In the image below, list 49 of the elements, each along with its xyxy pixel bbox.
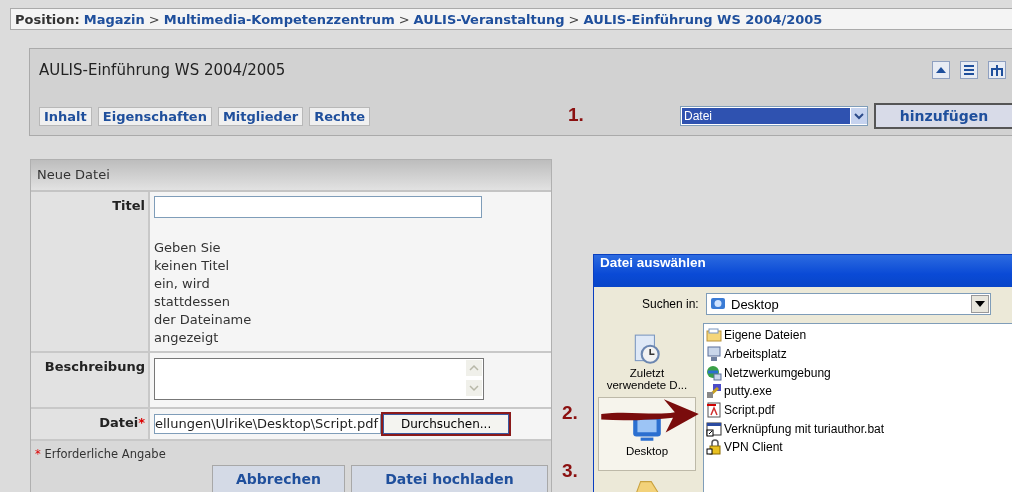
breadcrumb-link[interactable]: Multimedia-Kompetenzzentrum [163, 11, 395, 27]
field-label: Datei* [99, 415, 145, 430]
step-number: 2. [562, 402, 578, 424]
dialog-title-bar: Datei auswählen [594, 255, 1012, 287]
panel-title: AULIS-Einführung WS 2004/2005 [39, 61, 286, 79]
pdf-file-icon [706, 402, 722, 419]
breadcrumb-link[interactable]: AULIS-Einführung WS 2004/2005 [583, 11, 823, 27]
required-note: * Erforderliche Angabe [35, 447, 167, 461]
file-item[interactable]: VPN Client [706, 438, 783, 457]
look-in-label: Suchen in: [642, 297, 700, 311]
step-number: 3. [562, 460, 578, 482]
breadcrumb-separator: > [398, 11, 410, 27]
caret-icon [851, 108, 867, 124]
caret-icon [975, 301, 985, 307]
form-button[interactable]: Datei hochladen [351, 465, 548, 492]
browse-button[interactable]: Durchsuchen... [381, 412, 512, 436]
form-button[interactable]: Abbrechen [212, 465, 345, 492]
title-field[interactable] [154, 196, 482, 218]
file-item[interactable]: putty.exe [706, 382, 772, 401]
breadcrumb-label: Position: [15, 11, 80, 27]
field-label: Titel [112, 198, 145, 213]
file-item[interactable]: Arbeitsplatz [706, 344, 787, 364]
tab-button[interactable]: Mitglieder [217, 106, 304, 126]
file-path-field[interactable]: ellungen\Ulrike\Desktop\Script.pdf [154, 414, 381, 434]
hint-text: Geben Sie keinen Titel ein, wird stattdessen der Dateiname angezeigt [154, 239, 253, 347]
file-item[interactable]: Eigene Dateien [706, 326, 807, 345]
breadcrumb-separator: > [568, 11, 580, 27]
computer-icon [706, 346, 722, 363]
field-label: Beschreibung [44, 359, 145, 374]
type-dropdown[interactable]: Datei [680, 106, 868, 126]
file-item[interactable]: Netzwerkumgebung [706, 363, 831, 383]
file-item[interactable]: Script.pdf [706, 400, 775, 420]
breadcrumb-link[interactable]: AULIS-Veranstaltung [413, 11, 565, 27]
look-in-dropdown[interactable]: Desktop [706, 293, 991, 315]
add-button[interactable]: hinzufügen [874, 103, 1012, 129]
padlock-icon [706, 439, 722, 456]
form-header: Neue Datei [31, 160, 551, 192]
breadcrumb-separator: > [148, 11, 160, 27]
place-item[interactable]: Zuletzt verwendete D... [599, 327, 695, 397]
list-icon[interactable] [960, 61, 978, 79]
step-number: 1. [568, 104, 584, 126]
breadcrumb-link[interactable]: Magazin [83, 11, 145, 27]
tab-button[interactable]: Rechte [309, 106, 370, 126]
desktop-icon [710, 296, 726, 312]
tab-button[interactable]: Eigenschaften [97, 106, 212, 126]
globe-computer-icon [706, 364, 722, 381]
tab-button[interactable]: Inhalt [39, 106, 92, 126]
file-item[interactable]: Verknüpfung mit turiauthor.bat [706, 419, 885, 439]
shortcut-icon [706, 420, 722, 437]
